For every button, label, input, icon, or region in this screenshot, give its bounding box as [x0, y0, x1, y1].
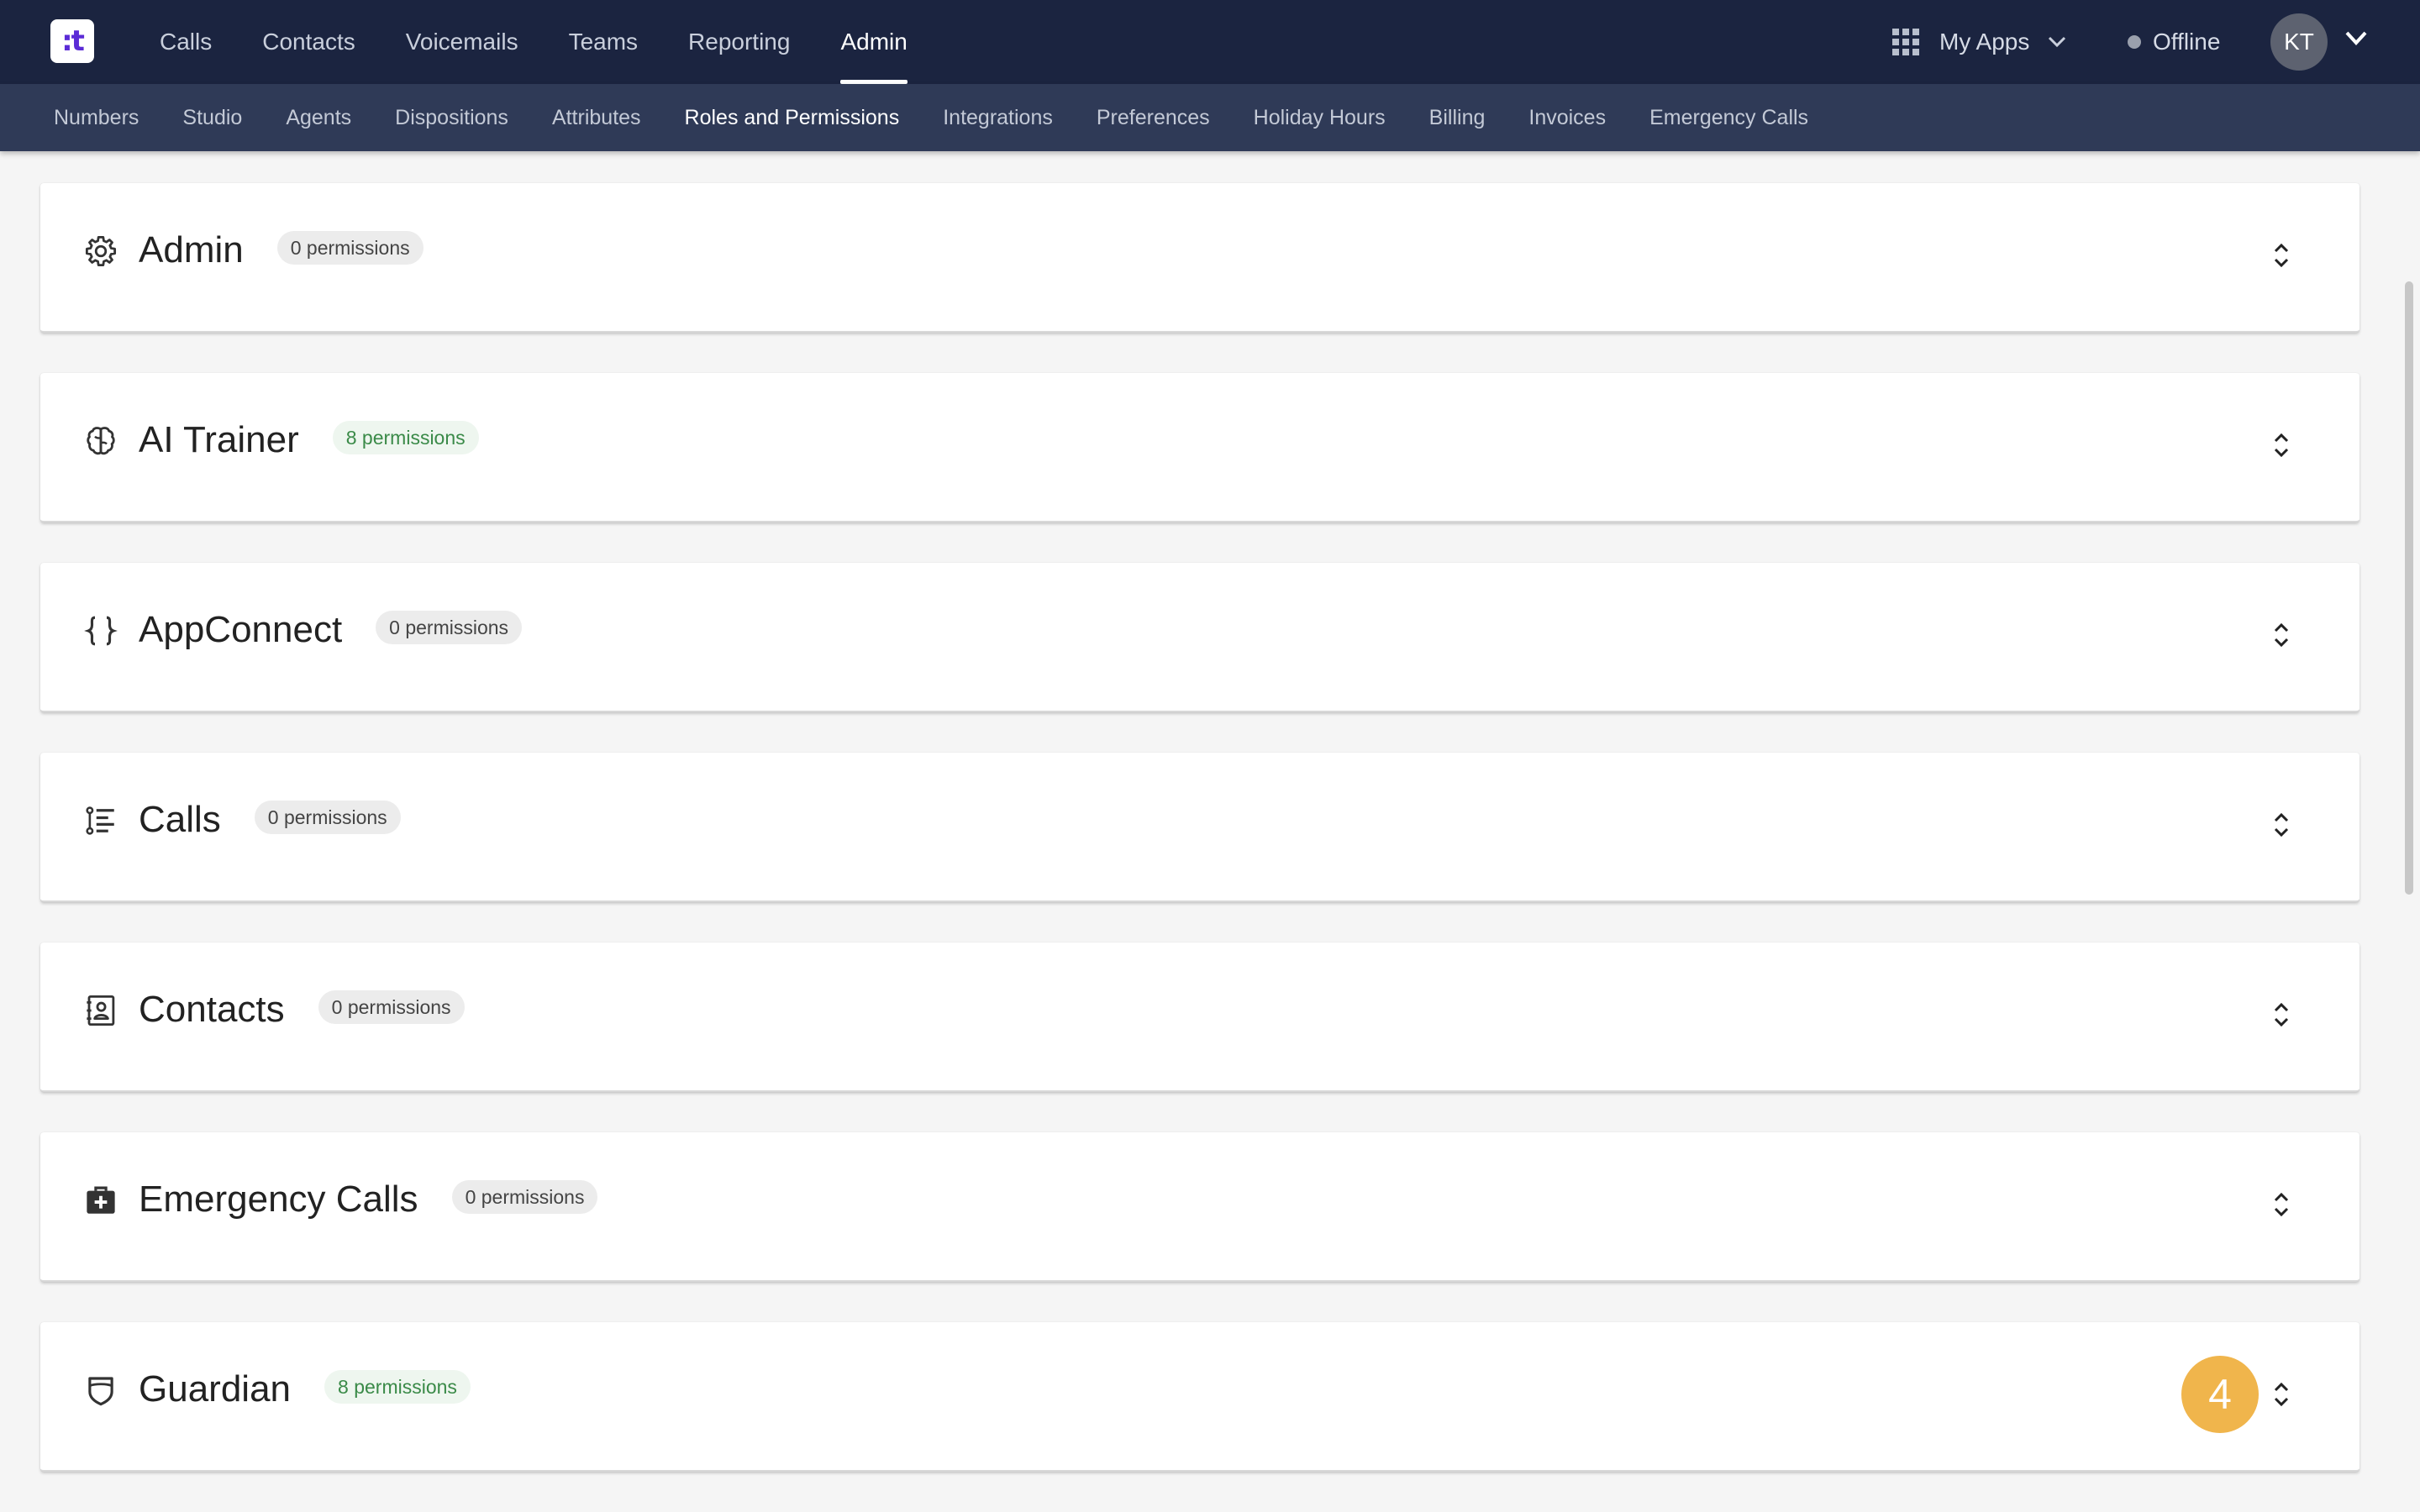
subnav-numbers[interactable]: Numbers: [54, 84, 139, 151]
permission-count-badge: 8 permissions: [324, 1370, 471, 1404]
subnav-dispositions[interactable]: Dispositions: [395, 84, 508, 151]
expand-collapse-icon[interactable]: [2269, 1188, 2294, 1221]
subnav-emergency-calls[interactable]: Emergency Calls: [1649, 84, 1808, 151]
status-dot: [2128, 35, 2141, 49]
expand-collapse-icon[interactable]: [2269, 239, 2294, 272]
permission-section-guardian[interactable]: Guardian 8 permissions 4: [40, 1322, 2360, 1472]
permission-section-admin[interactable]: Admin 0 permissions: [40, 183, 2360, 333]
section-title: Emergency Calls: [139, 1179, 418, 1220]
subnav-attributes[interactable]: Attributes: [552, 84, 641, 151]
contact-book-icon: [82, 992, 119, 1029]
medical-kit-icon: [82, 1182, 119, 1219]
subnav-holiday-hours[interactable]: Holiday Hours: [1254, 84, 1386, 151]
permission-count-badge: 0 permissions: [318, 990, 465, 1025]
expand-collapse-icon[interactable]: [2269, 1378, 2294, 1411]
nav-teams[interactable]: Teams: [569, 0, 638, 84]
section-title: AppConnect: [139, 609, 343, 650]
my-apps-label: My Apps: [1939, 29, 2030, 55]
section-title: AI Trainer: [139, 419, 299, 460]
subnav-preferences[interactable]: Preferences: [1097, 84, 1210, 151]
user-avatar[interactable]: KT: [2270, 13, 2328, 71]
page-scrollbar[interactable]: [2405, 281, 2413, 895]
subnav-billing[interactable]: Billing: [1429, 84, 1486, 151]
sub-nav: Numbers Studio Agents Dispositions Attri…: [54, 84, 1852, 151]
expand-collapse-icon[interactable]: [2269, 428, 2294, 462]
subnav-studio[interactable]: Studio: [182, 84, 242, 151]
nav-admin[interactable]: Admin: [840, 0, 908, 84]
nav-contacts[interactable]: Contacts: [262, 0, 355, 84]
list-icon: [82, 802, 119, 839]
step-marker: 4: [2181, 1356, 2259, 1433]
status-label: Offline: [2153, 29, 2221, 55]
permission-count-badge: 0 permissions: [254, 801, 401, 835]
admin-sub-navigation: Numbers Studio Agents Dispositions Attri…: [0, 84, 2420, 151]
section-title: Guardian: [139, 1368, 292, 1410]
top-navigation-bar: :t Calls Contacts Voicemails Teams Repor…: [0, 0, 2420, 84]
brain-icon: [82, 423, 119, 459]
permission-section-emergency-calls[interactable]: Emergency Calls 0 permissions: [40, 1132, 2360, 1282]
permission-section-appconnect[interactable]: AppConnect 0 permissions: [40, 563, 2360, 712]
chevron-down-icon: [2049, 36, 2066, 48]
permission-section-ai-trainer[interactable]: AI Trainer 8 permissions: [40, 373, 2360, 522]
agent-status[interactable]: Offline: [2128, 0, 2220, 84]
section-title: Calls: [139, 799, 221, 840]
permission-count-badge: 8 permissions: [332, 421, 479, 455]
gear-icon: [82, 233, 119, 270]
main-nav: Calls Contacts Voicemails Teams Reportin…: [160, 0, 958, 84]
permission-section-calls[interactable]: Calls 0 permissions: [40, 753, 2360, 902]
subnav-integrations[interactable]: Integrations: [943, 84, 1053, 151]
braces-icon: [82, 612, 119, 649]
subnav-agents[interactable]: Agents: [286, 84, 351, 151]
permission-count-badge: 0 permissions: [376, 611, 523, 645]
subnav-roles-and-permissions[interactable]: Roles and Permissions: [685, 84, 900, 151]
app-logo[interactable]: :t: [50, 19, 94, 63]
permission-section-contacts[interactable]: Contacts 0 permissions: [40, 942, 2360, 1092]
expand-collapse-icon[interactable]: [2269, 618, 2294, 652]
nav-voicemails[interactable]: Voicemails: [406, 0, 518, 84]
nav-reporting[interactable]: Reporting: [688, 0, 790, 84]
expand-collapse-icon[interactable]: [2269, 808, 2294, 842]
apps-grid-icon: [1892, 29, 1919, 55]
expand-collapse-icon[interactable]: [2269, 998, 2294, 1032]
section-title: Contacts: [139, 989, 285, 1030]
nav-calls[interactable]: Calls: [160, 0, 212, 84]
section-title: Admin: [139, 229, 244, 270]
chevron-down-icon[interactable]: [2344, 30, 2368, 47]
subnav-invoices[interactable]: Invoices: [1528, 84, 1606, 151]
permission-count-badge: 0 permissions: [276, 231, 424, 265]
permission-count-badge: 0 permissions: [451, 1180, 598, 1215]
my-apps-menu[interactable]: My Apps: [1892, 0, 2066, 84]
shield-icon: [82, 1372, 119, 1409]
